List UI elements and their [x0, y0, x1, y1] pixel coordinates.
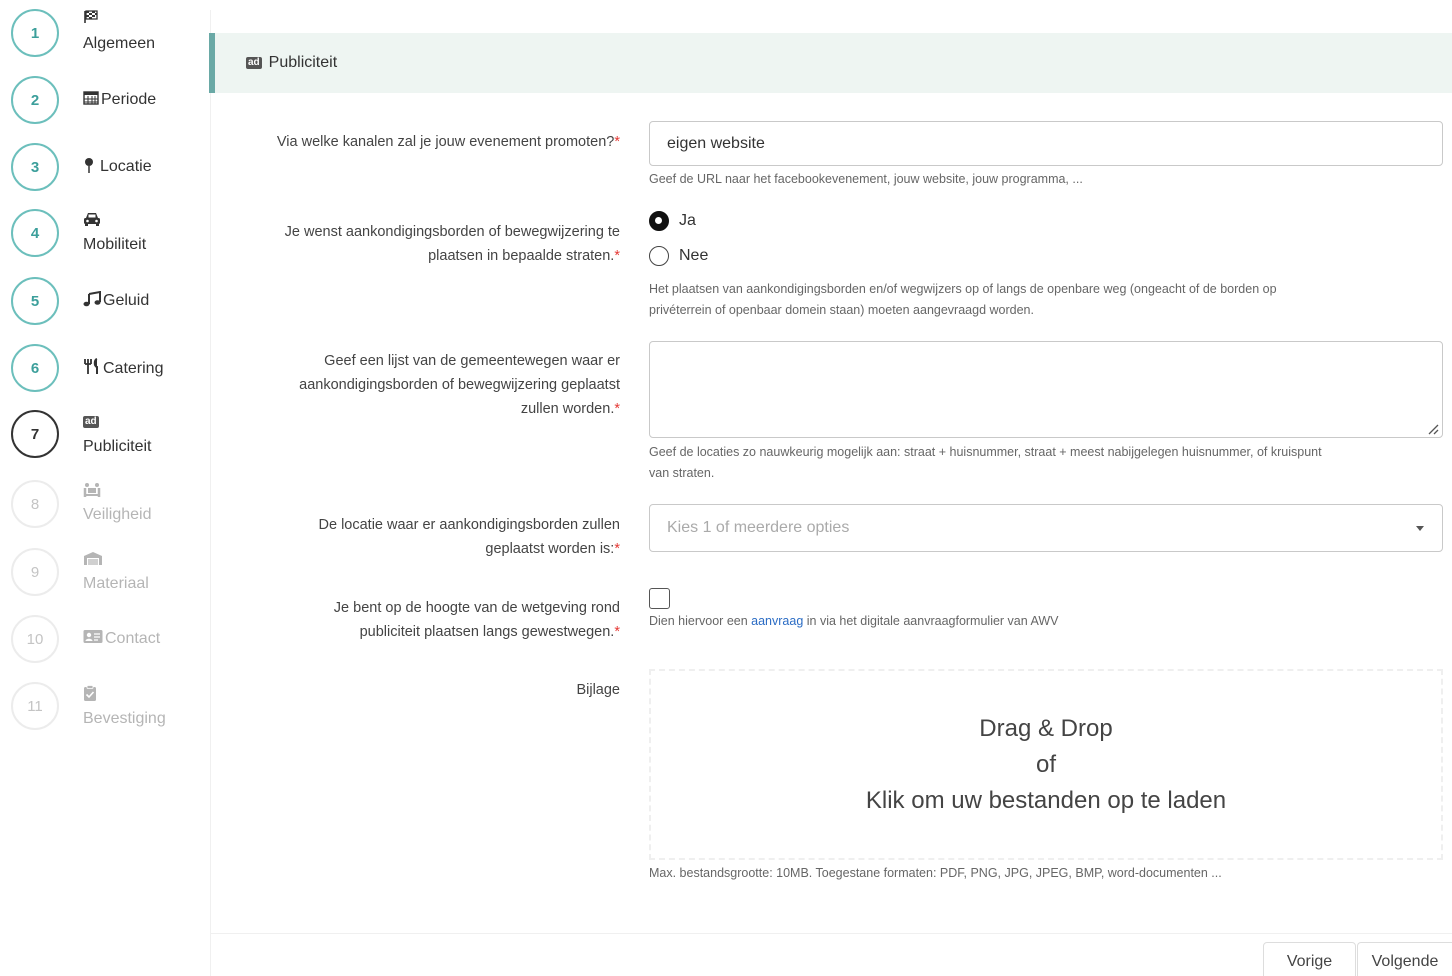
required-marker: * — [614, 624, 620, 640]
step-label: Catering — [103, 359, 164, 377]
flag-checkered-icon — [83, 10, 99, 28]
step-label: Contact — [105, 629, 161, 647]
channels-help: Geef de URL naar het facebookevenement, … — [649, 172, 1083, 186]
step-geluid[interactable]: 5 Geluid — [0, 277, 210, 327]
location-label: De locatie waar er aankondigingsborden z… — [318, 517, 620, 557]
step-number: 3 — [11, 143, 59, 191]
attachment-label: Bijlage — [576, 682, 620, 698]
aanvraag-link[interactable]: aanvraag — [751, 614, 803, 628]
step-algemeen[interactable]: 1 Algemeen — [0, 9, 210, 59]
clipboard-check-icon — [83, 685, 97, 705]
signs-help: Het plaatsen van aankondigingsborden en/… — [649, 282, 1277, 317]
step-label: Algemeen — [83, 35, 156, 52]
step-bevestiging: 11 Bevestiging — [0, 682, 210, 732]
legislation-label: Je bent op de hoogte van de wetgeving ro… — [333, 600, 620, 640]
step-materiaal: 9 Materiaal — [0, 548, 210, 598]
resize-handle-icon[interactable] — [1427, 422, 1439, 435]
location-select[interactable]: Kies 1 of meerdere opties — [649, 504, 1443, 552]
signs-option-ja[interactable]: Ja — [649, 211, 696, 231]
sidebar-divider — [210, 10, 211, 976]
next-button[interactable]: Volgende — [1357, 942, 1452, 976]
step-contact: 10 Contact — [0, 615, 210, 665]
step-mobiliteit[interactable]: 4 Mobiliteit — [0, 209, 210, 259]
step-number: 2 — [11, 76, 59, 124]
section-title: Publiciteit — [268, 54, 338, 71]
ad-icon: ad — [83, 416, 99, 429]
step-locatie[interactable]: 3 Locatie — [0, 143, 210, 193]
map-pin-icon — [83, 157, 95, 177]
car-icon — [83, 212, 101, 231]
step-label: Periode — [101, 90, 157, 108]
radio-label: Nee — [679, 247, 709, 264]
footer-divider — [210, 933, 1452, 934]
file-dropzone[interactable]: Drag & Drop of Klik om uw bestanden op t… — [649, 669, 1443, 860]
step-label: Locatie — [100, 158, 152, 175]
step-label: Publiciteit — [83, 438, 152, 455]
utensils-icon — [83, 358, 101, 379]
step-label: Geluid — [103, 292, 150, 309]
location-placeholder: Kies 1 of meerdere opties — [667, 519, 850, 536]
attachment-help: Max. bestandsgrootte: 10MB. Toegestane f… — [649, 866, 1222, 880]
step-number: 10 — [11, 615, 59, 663]
roads-textarea[interactable] — [649, 341, 1443, 438]
step-label: Mobiliteit — [83, 236, 147, 253]
step-number: 7 — [11, 410, 59, 458]
step-number: 11 — [11, 682, 59, 730]
music-icon — [83, 290, 101, 311]
dropzone-line3: Klik om uw bestanden op te laden — [865, 786, 1227, 814]
wizard-steps: 1 Algemeen 2 Periode 3 Locatie 4 Mobilit… — [0, 0, 210, 976]
calendar-icon — [83, 90, 99, 109]
address-card-icon — [83, 629, 103, 648]
step-number: 9 — [11, 548, 59, 596]
step-number: 5 — [11, 277, 59, 325]
radio-nee[interactable] — [649, 246, 669, 266]
legislation-checkbox[interactable] — [649, 588, 670, 609]
radio-ja[interactable] — [649, 211, 669, 231]
required-marker: * — [614, 134, 620, 150]
step-number: 1 — [11, 9, 59, 57]
channels-input[interactable]: eigen website — [649, 121, 1443, 166]
required-marker: * — [614, 541, 620, 557]
required-marker: * — [614, 248, 620, 264]
step-veiligheid: 8 Veiligheid — [0, 480, 210, 530]
step-label: Bevestiging — [83, 710, 166, 727]
step-periode[interactable]: 2 Periode — [0, 76, 210, 126]
dropzone-line2: of — [1035, 750, 1056, 778]
caret-down-icon — [1416, 526, 1424, 531]
signs-option-nee[interactable]: Nee — [649, 246, 708, 266]
step-publiciteit[interactable]: 7 ad Publiciteit — [0, 410, 210, 460]
step-number: 4 — [11, 209, 59, 257]
step-catering[interactable]: 6 Catering — [0, 344, 210, 394]
previous-button[interactable]: Vorige — [1263, 942, 1356, 976]
step-label: Veiligheid — [83, 506, 152, 523]
step-label: Materiaal — [83, 575, 149, 592]
step-number: 8 — [11, 480, 59, 528]
channels-value: eigen website — [667, 134, 765, 152]
channels-label: Via welke kanalen zal je jouw evenement … — [276, 134, 620, 150]
signs-label: Je wenst aankondigingsborden of bewegwij… — [284, 224, 620, 264]
warehouse-icon — [83, 551, 103, 570]
roads-label: Geef een lijst van de gemeentewegen waar… — [299, 353, 620, 417]
ad-icon: ad — [246, 57, 262, 69]
step-number: 6 — [11, 344, 59, 392]
radio-label: Ja — [679, 212, 696, 229]
people-carry-icon — [83, 482, 101, 502]
roads-help: Geef de locaties zo nauwkeurig mogelijk … — [649, 445, 1322, 480]
legislation-help: Dien hiervoor een aanvraag in via het di… — [649, 614, 1059, 628]
section-header: ad Publiciteit — [209, 33, 1452, 93]
dropzone-line1: Drag & Drop — [979, 714, 1113, 742]
required-marker: * — [614, 401, 620, 417]
